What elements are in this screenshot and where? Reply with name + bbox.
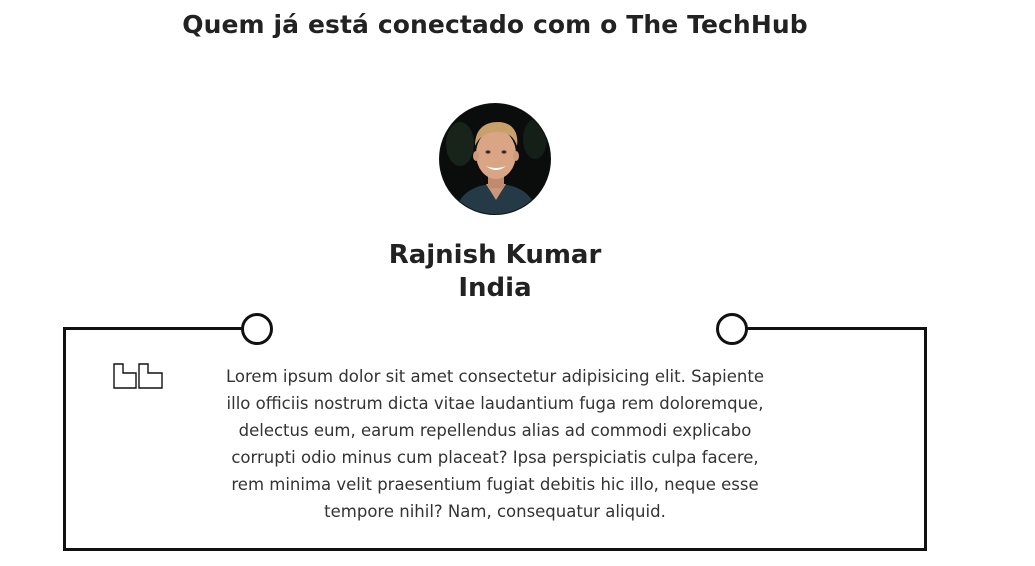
person-country: India	[458, 273, 532, 303]
avatar	[439, 103, 551, 215]
testimonial-top-line-right	[747, 327, 927, 330]
testimonial-quote: Lorem ipsum dolor sit amet consectetur a…	[226, 367, 764, 521]
decorative-circle-right	[716, 313, 748, 345]
quote-icon	[112, 362, 164, 390]
testimonial-section: Quem já está conectado com o The TechHub…	[0, 0, 1035, 566]
person-name: Rajnish Kumar	[388, 240, 602, 270]
decorative-circle-left	[241, 313, 273, 345]
section-title: Quem já está conectado com o The TechHub	[182, 10, 808, 39]
testimonial-top-line-left	[63, 327, 246, 330]
